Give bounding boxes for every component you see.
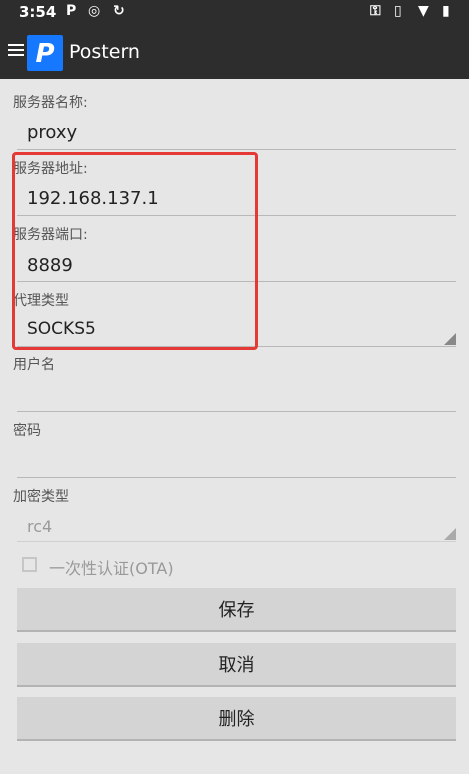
encryption-type-underline bbox=[17, 541, 456, 542]
server-name-underline bbox=[17, 149, 456, 150]
proxy-type-dropdown-icon[interactable] bbox=[444, 333, 456, 345]
chrome-icon: ◎ bbox=[88, 3, 101, 19]
battery-icon: ▮ bbox=[442, 3, 450, 19]
sync-icon: ↻ bbox=[113, 3, 125, 19]
username-label: 用户名 bbox=[13, 357, 55, 373]
postern-logo: P bbox=[27, 35, 63, 71]
password-label: 密码 bbox=[13, 423, 41, 439]
save-button[interactable]: 保存 bbox=[17, 588, 456, 632]
server-name-input[interactable]: proxy bbox=[27, 122, 77, 143]
ota-checkbox-label[interactable]: 一次性认证(OTA) bbox=[49, 555, 174, 579]
app-title: Postern bbox=[69, 41, 140, 63]
vibrate-icon: ▯ bbox=[394, 3, 402, 19]
encryption-type-dropdown-icon[interactable] bbox=[444, 528, 456, 540]
p-notification-icon: P bbox=[66, 3, 77, 19]
menu-icon[interactable] bbox=[8, 44, 24, 58]
app-bar: P Postern bbox=[0, 24, 469, 79]
username-underline bbox=[17, 411, 456, 412]
delete-button[interactable]: 删除 bbox=[17, 697, 456, 741]
wifi-icon: ▼ bbox=[418, 3, 429, 19]
server-name-label: 服务器名称: bbox=[13, 95, 88, 111]
status-bar: 3:54 P ◎ ↻ ⚿ ▯ ▼ ▮ bbox=[0, 0, 469, 24]
key-icon: ⚿ bbox=[370, 3, 381, 19]
cancel-button[interactable]: 取消 bbox=[17, 643, 456, 687]
ota-checkbox[interactable] bbox=[22, 557, 37, 572]
encryption-type-label: 加密类型 bbox=[13, 489, 69, 505]
svg-text:P: P bbox=[35, 39, 54, 69]
highlight-box bbox=[12, 152, 258, 350]
password-underline bbox=[17, 477, 456, 478]
status-time: 3:54 bbox=[19, 3, 57, 21]
encryption-type-select[interactable]: rc4 bbox=[27, 517, 52, 536]
